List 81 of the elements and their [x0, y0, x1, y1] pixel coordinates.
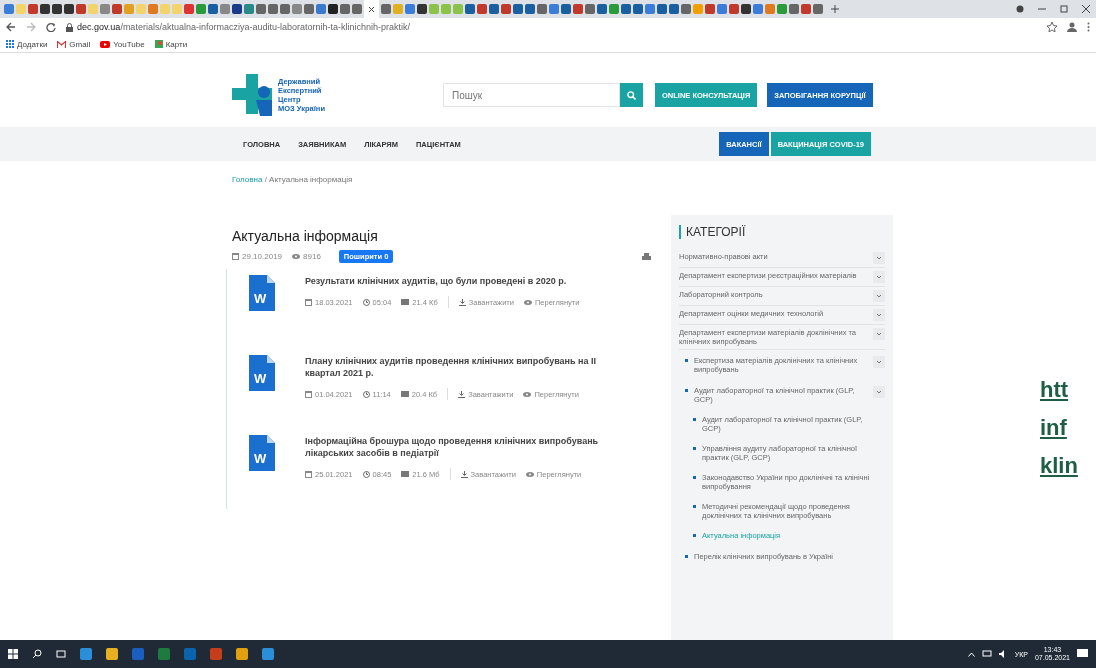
- breadcrumb-link[interactable]: Головна: [232, 175, 263, 184]
- close-icon[interactable]: [1082, 5, 1090, 13]
- menu-icon[interactable]: [1087, 22, 1090, 32]
- bookmark[interactable]: YouTube: [100, 39, 145, 49]
- app-icon[interactable]: [132, 648, 144, 660]
- clock-icon: [362, 298, 370, 306]
- clock-icon: [362, 470, 370, 478]
- date-text: 29.10.2019: [232, 252, 283, 261]
- lock-icon: [66, 22, 73, 32]
- breadcrumb-separator: /: [264, 175, 267, 184]
- calendar-icon: [232, 253, 239, 260]
- profile-icon[interactable]: [1016, 5, 1024, 13]
- chevron-icon[interactable]: [873, 252, 885, 264]
- link-fragment[interactable]: htt: [1040, 371, 1078, 409]
- page-title: Актуальна інформація: [232, 228, 379, 244]
- word-document-icon[interactable]: W: [249, 275, 275, 311]
- download-icon: [460, 470, 468, 478]
- calendar-icon: [305, 298, 312, 306]
- document-title[interactable]: Результати клінічних аудитів, що були проведені в 2020 р.: [305, 275, 605, 287]
- apps-icon: [6, 40, 14, 48]
- app-icon[interactable]: [106, 648, 118, 660]
- app-icon[interactable]: [158, 648, 170, 660]
- eye-icon: [523, 299, 532, 305]
- w-letter: W: [254, 371, 267, 386]
- bookmark[interactable]: Карти: [154, 39, 188, 49]
- app-icon[interactable]: [262, 648, 274, 660]
- link-fragment[interactable]: klin: [1040, 447, 1078, 485]
- chevron-up-icon[interactable]: [967, 651, 975, 657]
- clock-icon: [362, 390, 370, 398]
- app-icon[interactable]: [236, 648, 248, 660]
- calendar-icon: [305, 470, 312, 478]
- document-title[interactable]: Інформаційна брошура щодо проведення клінічних випробувань лікарських засобів в педіатрії: [305, 435, 605, 459]
- chevron-icon[interactable]: [873, 309, 885, 321]
- bookmark[interactable]: Додатки: [6, 39, 48, 49]
- chevron-icon[interactable]: [873, 386, 885, 398]
- back-icon[interactable]: [6, 22, 16, 32]
- task-view-icon[interactable]: [56, 649, 66, 659]
- profile-icon[interactable]: [1067, 22, 1077, 32]
- word-document-icon[interactable]: W: [249, 435, 275, 471]
- start-icon[interactable]: [8, 649, 18, 659]
- file-icon: [401, 299, 410, 305]
- app-icon[interactable]: [80, 648, 92, 660]
- chevron-icon[interactable]: [873, 328, 885, 340]
- print-icon[interactable]: [642, 252, 651, 261]
- w-letter: W: [254, 291, 267, 306]
- document-title[interactable]: Плану клінічних аудитів проведення клінічних випробувань на II квартал 2021 р.: [305, 355, 605, 379]
- chevron-icon[interactable]: [873, 290, 885, 302]
- plus-icon[interactable]: [831, 5, 839, 13]
- word-document-icon[interactable]: W: [249, 355, 275, 391]
- network-icon[interactable]: [981, 650, 992, 658]
- file-icon: [401, 471, 410, 477]
- breadcrumb-current: Актуальна інформація: [269, 175, 353, 184]
- calendar-icon: [305, 390, 312, 398]
- reload-icon[interactable]: [46, 22, 56, 32]
- play-icon: [100, 40, 111, 48]
- bookmark[interactable]: Gmail: [57, 39, 91, 49]
- app-icon[interactable]: [210, 648, 222, 660]
- search-field[interactable]: Пошук: [443, 83, 620, 107]
- eye-icon: [292, 254, 301, 259]
- close-icon[interactable]: [368, 5, 375, 13]
- views-count: 8916: [292, 252, 321, 261]
- eye-icon: [523, 391, 532, 397]
- sidebar-title: КАТЕГОРІЇ: [679, 225, 885, 239]
- download-icon: [458, 390, 466, 398]
- chevron-icon[interactable]: [873, 356, 885, 368]
- map-icon: [154, 40, 163, 48]
- mail-icon: [57, 40, 67, 48]
- link-fragment[interactable]: inf: [1040, 409, 1078, 447]
- download-icon: [458, 298, 466, 306]
- forward-icon[interactable]: [26, 22, 36, 32]
- notification-icon[interactable]: [1077, 649, 1088, 659]
- file-icon: [400, 391, 409, 397]
- app-icon[interactable]: [184, 648, 196, 660]
- star-icon[interactable]: [1047, 22, 1057, 32]
- minimize-icon[interactable]: [1038, 5, 1046, 13]
- w-letter: W: [254, 451, 267, 466]
- restore-icon[interactable]: [1060, 5, 1068, 13]
- url-text[interactable]: dec.gov.ua/materials/aktualna-informacziya-auditu-laboratornih-ta-klinichnih-praktik/: [77, 22, 410, 32]
- search-icon[interactable]: [32, 649, 42, 659]
- eye-icon: [525, 471, 534, 477]
- chevron-icon[interactable]: [873, 271, 885, 283]
